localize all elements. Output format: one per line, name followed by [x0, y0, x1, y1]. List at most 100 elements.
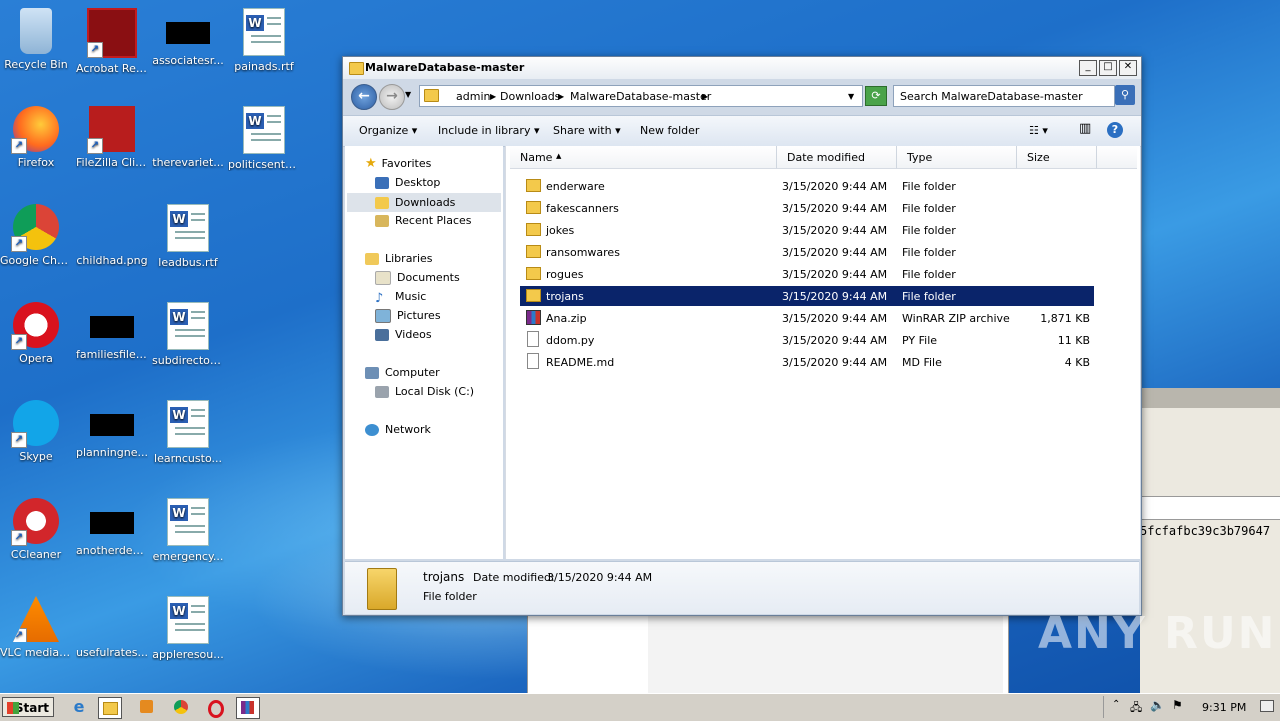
- desktop-icon-filezilla[interactable]: ↗ FileZilla Client: [76, 106, 148, 169]
- desktop-icon-skype[interactable]: ↗ Skype: [0, 400, 72, 463]
- column-header-type[interactable]: Type: [897, 146, 1017, 169]
- file-row-jokes[interactable]: jokes 3/15/2020 9:44 AM File folder: [520, 220, 1094, 240]
- column-header-date[interactable]: Date modified: [777, 146, 897, 169]
- file-type: PY File: [902, 334, 938, 347]
- desktop-icon-anotherdec[interactable]: anotherdec...: [76, 498, 148, 557]
- file-row-rogues[interactable]: rogues 3/15/2020 9:44 AM File folder: [520, 264, 1094, 284]
- explorer-taskbar-button[interactable]: [98, 697, 122, 719]
- refresh-button[interactable]: ⟳: [865, 86, 887, 106]
- file-row-ransomwares[interactable]: ransomwares 3/15/2020 9:44 AM File folder: [520, 242, 1094, 262]
- action-center-flag-icon[interactable]: ⚑: [1172, 698, 1183, 712]
- desktop-icon-usefulrates[interactable]: usefulrates...: [76, 596, 148, 659]
- desktop-icon-vlc[interactable]: ↗ VLC media player: [0, 596, 72, 659]
- desktop-icon-planningne[interactable]: planningne...: [76, 400, 148, 459]
- nav-libraries[interactable]: Libraries: [365, 252, 433, 265]
- desktop-icon-appleresou[interactable]: Wappleresou...: [152, 596, 224, 661]
- breadcrumb-downloads[interactable]: Downloads: [500, 90, 560, 103]
- show-hidden-icons[interactable]: ⌃: [1112, 699, 1120, 710]
- breadcrumb-separator-icon[interactable]: ▶: [702, 92, 708, 101]
- opera-icon[interactable]: [204, 697, 226, 718]
- nav-favorites[interactable]: ★ Favorites: [365, 156, 431, 171]
- organize-menu[interactable]: Organize ▾: [359, 124, 417, 137]
- nav-documents[interactable]: Documents: [375, 271, 460, 285]
- breadcrumb-current[interactable]: MalwareDatabase-master: [570, 90, 711, 103]
- desktop-icon-familiesfiles[interactable]: familiesfiles...: [76, 302, 148, 361]
- desktop-icon-emergency[interactable]: Wemergency...: [152, 498, 224, 563]
- media-player-icon[interactable]: [136, 697, 158, 717]
- back-button[interactable]: ←: [351, 84, 377, 110]
- file-row-readme-md[interactable]: README.md 3/15/2020 9:44 AM MD File 4 KB: [520, 352, 1094, 372]
- winrar-icon[interactable]: [236, 697, 260, 719]
- search-input[interactable]: Search MalwareDatabase-master: [893, 85, 1115, 107]
- desktop-icon-subdirector[interactable]: Wsubdirector.rtf: [152, 302, 224, 367]
- file-name: rogues: [546, 268, 584, 281]
- clock[interactable]: 9:31 PM: [1202, 701, 1246, 714]
- recent-pages-dropdown-icon[interactable]: ▼: [405, 90, 411, 99]
- desktop-icon-painads[interactable]: Wpainads.rtf: [228, 8, 300, 73]
- start-button[interactable]: Start: [2, 697, 54, 717]
- file-row-enderware[interactable]: enderware 3/15/2020 9:44 AM File folder: [520, 176, 1094, 196]
- search-icon[interactable]: ⚲: [1115, 85, 1135, 105]
- nav-recent-places[interactable]: Recent Places: [375, 214, 472, 227]
- breadcrumb-separator-icon[interactable]: ▶: [558, 92, 564, 101]
- breadcrumb-separator-icon[interactable]: ▶: [490, 92, 496, 101]
- nav-videos[interactable]: Videos: [375, 328, 432, 341]
- nav-music[interactable]: ♪ Music: [375, 290, 426, 306]
- explorer-window[interactable]: MalwareDatabase-master _ □ ✕ ← → ▼ admin…: [342, 56, 1142, 616]
- file-name: Ana.zip: [546, 312, 587, 325]
- nav-local-disk[interactable]: Local Disk (C:): [375, 385, 474, 398]
- background-window-lower[interactable]: [527, 610, 1009, 695]
- forward-button[interactable]: →: [379, 84, 405, 110]
- nav-desktop[interactable]: Desktop: [375, 176, 440, 189]
- file-icon: [527, 353, 539, 369]
- share-with-menu[interactable]: Share with ▾: [553, 124, 621, 137]
- minimize-button[interactable]: _: [1079, 60, 1097, 76]
- desktop-icon-acrobat[interactable]: ↗ Acrobat Reader DC: [76, 8, 148, 75]
- nav-computer[interactable]: Computer: [365, 366, 440, 379]
- preview-pane-icon[interactable]: ▥: [1079, 121, 1091, 136]
- breadcrumb-admin[interactable]: admin: [456, 90, 490, 103]
- file-row-fakescanners[interactable]: fakescanners 3/15/2020 9:44 AM File folder: [520, 198, 1094, 218]
- internet-explorer-icon[interactable]: e: [68, 697, 90, 717]
- close-button[interactable]: ✕: [1119, 60, 1137, 76]
- nav-pictures[interactable]: Pictures: [375, 309, 441, 323]
- desktop-icon-firefox[interactable]: ↗ Firefox: [0, 106, 72, 169]
- desktop-icon-chrome[interactable]: ↗ Google Chrome: [0, 204, 72, 267]
- folder-icon: [424, 89, 439, 102]
- new-folder-button[interactable]: New folder: [640, 124, 699, 137]
- desktop-icon-ccleaner[interactable]: ↗ CCleaner: [0, 498, 72, 561]
- maximize-button[interactable]: □: [1099, 60, 1117, 76]
- chrome-icon[interactable]: [170, 697, 192, 717]
- desktop-icon-childhad[interactable]: childhad.png: [76, 204, 148, 267]
- file-thumbnail-icon: [90, 512, 134, 534]
- address-bar[interactable]: admin ▶ Downloads ▶ MalwareDatabase-mast…: [419, 85, 863, 107]
- title-bar[interactable]: MalwareDatabase-master _ □ ✕: [343, 57, 1141, 79]
- desktop-icon-recycle-bin[interactable]: Recycle Bin: [0, 8, 72, 71]
- desktop-icon-associatesr[interactable]: associatesr...: [152, 8, 224, 67]
- desktop-icon-learncusto[interactable]: Wlearncusto...: [152, 400, 224, 465]
- desktop-icon-leadbus[interactable]: Wleadbus.rtf: [152, 204, 224, 269]
- view-options-icon[interactable]: ☷ ▾: [1029, 124, 1048, 137]
- address-dropdown-icon[interactable]: ▼: [848, 92, 854, 101]
- file-row-trojans[interactable]: trojans 3/15/2020 9:44 AM File folder: [520, 286, 1094, 306]
- sort-ascending-icon: ▲: [556, 152, 562, 160]
- desktop-icon-politicsenter[interactable]: Wpoliticsenter...: [228, 106, 300, 171]
- file-row-ddom-py[interactable]: ddom.py 3/15/2020 9:44 AM PY File 11 KB: [520, 330, 1094, 350]
- network-tray-icon[interactable]: 🖧: [1130, 699, 1142, 718]
- file-thumbnail-icon: [166, 22, 210, 44]
- volume-icon[interactable]: 🔈: [1150, 698, 1165, 712]
- disk-icon: [375, 386, 389, 398]
- nav-downloads[interactable]: Downloads: [347, 193, 501, 212]
- include-in-library-menu[interactable]: Include in library ▾: [438, 124, 539, 137]
- folder-icon: [526, 245, 541, 258]
- file-size: 4 KB: [1064, 356, 1090, 369]
- desktop-icon-opera[interactable]: ↗ Opera: [0, 302, 72, 365]
- show-desktop-icon[interactable]: [1260, 700, 1274, 712]
- details-type: File folder: [423, 590, 477, 603]
- help-icon[interactable]: ?: [1107, 122, 1123, 138]
- desktop-icon-therevariet[interactable]: therevariet...: [152, 106, 224, 169]
- column-header-name[interactable]: Name ▲: [510, 146, 777, 169]
- nav-network[interactable]: Network: [365, 423, 431, 436]
- file-row-ana-zip[interactable]: Ana.zip 3/15/2020 9:44 AM WinRAR ZIP archi…: [520, 308, 1094, 328]
- column-header-size[interactable]: Size: [1017, 146, 1097, 169]
